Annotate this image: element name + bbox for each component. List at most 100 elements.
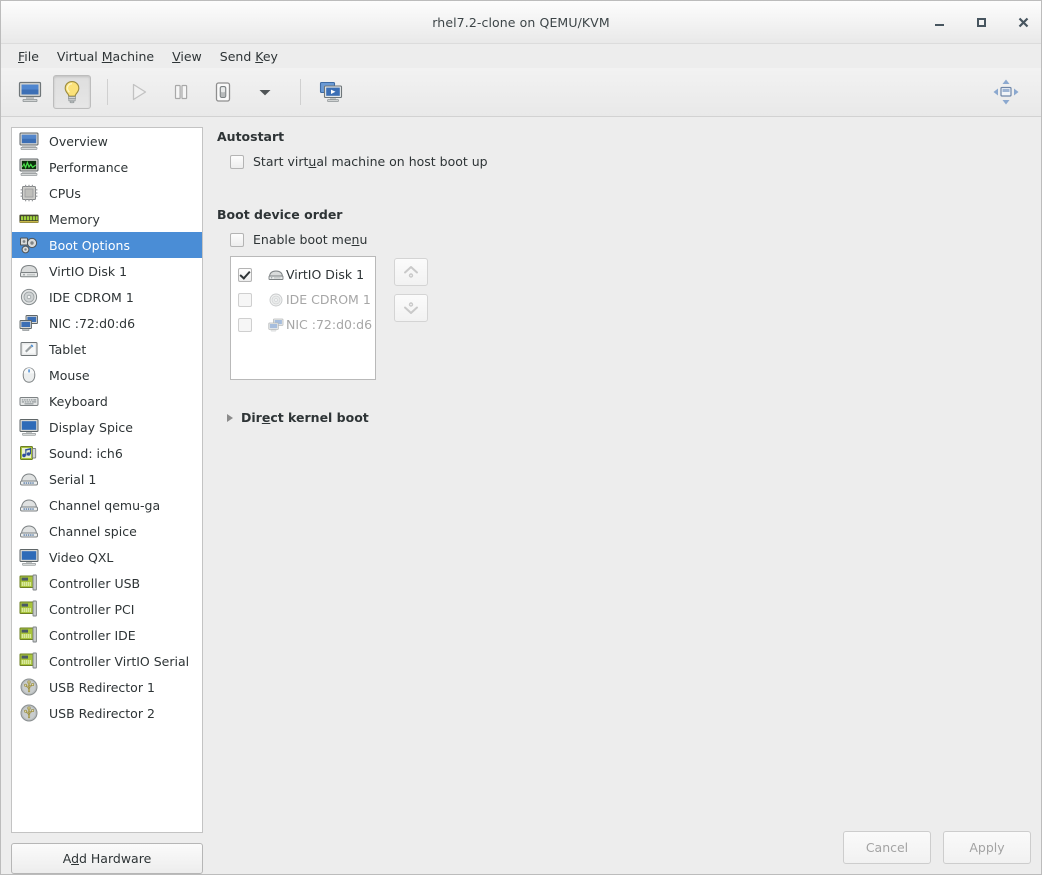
minimize-icon[interactable] [931,14,947,30]
sidebar-item-ide-cdrom-1[interactable]: IDE CDROM 1 [12,284,202,310]
sidebar-item-controller-pci[interactable]: Controller PCI [12,596,202,622]
sidebar-item-channel-spice[interactable]: Channel spice [12,518,202,544]
sidebar-item-memory[interactable]: Memory [12,206,202,232]
sidebar-item-label: Boot Options [49,237,130,253]
maximize-icon[interactable] [973,14,989,30]
boot-device-label: IDE CDROM 1 [286,292,371,307]
right-column: Autostart Start virtual machine on host … [203,127,1031,874]
sidebar-item-usb-redirector-2[interactable]: USB Redirector 2 [12,700,202,726]
boot-device-row[interactable]: NIC :72:d0:d6 [234,312,372,337]
monitor-icon [18,81,42,102]
pause-button[interactable] [162,75,200,109]
cdrom-icon [267,292,285,308]
boot-device-row[interactable]: VirtIO Disk 1 [234,262,372,287]
menu-virtual-machine[interactable]: Virtual Machine [48,47,163,66]
network-icon [18,313,40,333]
menu-send-key[interactable]: Send Key [211,47,287,66]
boot-gears-icon [18,235,40,255]
hard-disk-icon [267,267,285,283]
tablet-pen-icon [18,339,40,359]
left-column: Overview Performance CPUs Memory Boot Op… [11,127,203,874]
chevron-up-icon [404,266,418,278]
sidebar-item-video-qxl[interactable]: Video QXL [12,544,202,570]
close-icon[interactable] [1015,14,1031,30]
serial-port-icon [18,521,40,541]
direct-kernel-boot-expander[interactable]: Direct kernel boot [227,410,1031,425]
lightbulb-icon [64,81,80,104]
move-down-button[interactable] [394,294,428,322]
chevron-right-icon [227,413,233,422]
sidebar-item-keyboard[interactable]: Keyboard [12,388,202,414]
sidebar-item-performance[interactable]: Performance [12,154,202,180]
enable-boot-menu-row[interactable]: Enable boot menu [230,232,1031,247]
sidebar-item-boot-options[interactable]: Boot Options [12,232,202,258]
hardware-list[interactable]: Overview Performance CPUs Memory Boot Op… [11,127,203,833]
sidebar-item-controller-usb[interactable]: Controller USB [12,570,202,596]
usb-icon [18,677,40,697]
apply-button[interactable]: Apply [943,831,1031,864]
boot-device-list[interactable]: VirtIO Disk 1 IDE CDROM 1 NIC:72:d0:d6 [230,256,376,380]
cancel-button[interactable]: Cancel [843,831,931,864]
add-hardware-area: Add Hardware [11,833,203,874]
autostart-heading: Autostart [217,129,285,144]
sidebar-item-label: Channel qemu-ga [49,497,161,513]
boot-device-order-heading: Boot device order [217,207,343,222]
sidebar-item-label: Mouse [49,367,90,383]
display-icon [18,417,40,437]
sidebar-item-label: Sound: ich6 [49,445,123,461]
pane-footer: Cancel Apply [217,831,1031,874]
sidebar-item-label: Controller IDE [49,627,136,643]
sidebar-item-cpus[interactable]: CPUs [12,180,202,206]
monitor-icon [18,131,40,151]
sidebar-item-virtio-disk-1[interactable]: VirtIO Disk 1 [12,258,202,284]
window-controls [931,1,1031,43]
fullscreen-button[interactable] [989,75,1023,109]
sidebar-item-nic[interactable]: NIC :72:d0:d6 [12,310,202,336]
shutdown-button[interactable] [204,75,242,109]
network-icon [267,317,285,333]
sidebar-item-usb-redirector-1[interactable]: USB Redirector 1 [12,674,202,700]
shutdown-menu-button[interactable] [246,75,284,109]
cpu-chip-icon [18,183,40,203]
autostart-checkbox-row[interactable]: Start virtual machine on host boot up [230,154,1031,169]
autostart-checkbox-label: Start virtual machine on host boot up [253,154,488,169]
autostart-checkbox[interactable] [230,154,244,169]
sidebar-item-label: USB Redirector 1 [49,679,155,695]
boot-device-checkbox[interactable] [238,317,252,332]
menu-view[interactable]: View [163,47,211,66]
sidebar-item-overview[interactable]: Overview [12,128,202,154]
play-icon [132,83,147,101]
boot-device-checkbox[interactable] [238,267,252,282]
add-hardware-button[interactable]: Add Hardware [11,843,203,874]
move-up-button[interactable] [394,258,428,286]
details-view-button[interactable] [53,75,91,109]
sidebar-item-channel-qemu-ga[interactable]: Channel qemu-ga [12,492,202,518]
menu-file[interactable]: File [9,47,48,66]
boot-device-label: NIC :72:d0:d6 [286,317,373,332]
console-view-button[interactable] [11,75,49,109]
boot-device-row[interactable]: IDE CDROM 1 [234,287,372,312]
controller-card-icon [18,651,40,671]
close-glyph [1018,17,1028,27]
sidebar-item-display-spice[interactable]: Display Spice [12,414,202,440]
sidebar-item-label: Controller VirtIO Serial [49,653,190,669]
boot-device-area: VirtIO Disk 1 IDE CDROM 1 NIC:72:d0:d6 [230,256,1031,380]
boot-device-checkbox[interactable] [238,292,252,307]
sidebar-item-mouse[interactable]: Mouse [12,362,202,388]
boot-device-label: VirtIO Disk 1 [286,267,365,282]
sidebar-item-serial-1[interactable]: Serial 1 [12,466,202,492]
snapshots-button[interactable] [313,75,351,109]
display-icon [18,547,40,567]
sidebar-item-tablet[interactable]: Tablet [12,336,202,362]
window-title: rhel7.2-clone on QEMU/KVM [432,14,610,30]
sidebar-item-controller-ide[interactable]: Controller IDE [12,622,202,648]
body-area: Overview Performance CPUs Memory Boot Op… [1,117,1041,874]
enable-boot-menu-checkbox[interactable] [230,232,244,247]
sound-icon [18,443,40,463]
run-button[interactable] [120,75,158,109]
boot-order-arrows [394,256,428,322]
sidebar-item-label: Overview [49,133,108,149]
sidebar-item-controller-virtio-serial[interactable]: Controller VirtIO Serial [12,648,202,674]
sidebar-item-sound[interactable]: Sound: ich6 [12,440,202,466]
